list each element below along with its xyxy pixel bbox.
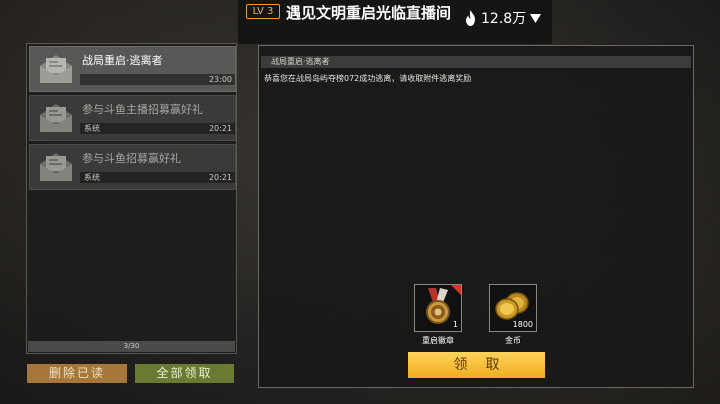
detail-body-text: 恭喜您在战局岛屿夺榜072成功逃离，请收取附件逃离奖励 (264, 74, 472, 83)
mail-detail-panel: 战局重启·逃离者 恭喜您在战局岛屿夺榜072成功逃离，请收取附件逃离奖励 1 重… (258, 45, 694, 388)
level-badge: LV 3 (246, 4, 280, 19)
heat-value: 12.8万 (481, 11, 527, 27)
mail-list-item[interactable]: 参与斗鱼招募赢好礼 系统 20:21 (29, 144, 236, 190)
mail-list-item[interactable]: 参与斗鱼主播招募赢好礼 系统 20:21 (29, 95, 236, 141)
envelope-icon (40, 55, 72, 83)
reward-slot-medal[interactable]: 1 (414, 284, 462, 332)
reward-count: 1 (452, 320, 458, 329)
reward-count: 1800 (512, 320, 533, 329)
flame-icon (466, 10, 475, 26)
dropdown-triangle-icon[interactable] (530, 14, 541, 23)
reward-name: 重启徽章 (422, 336, 454, 345)
page-counter: 3/30 (123, 342, 140, 350)
mail-time: 20:21 (208, 173, 232, 182)
mail-time: 20:21 (208, 124, 232, 133)
stream-header: 遇见文明重启光临直播间 LV 3 12.8万 (238, 0, 552, 44)
mail-meta-bar: 系统 20:21 (80, 123, 235, 134)
claim-button[interactable]: 领取 (408, 352, 545, 378)
mail-meta-bar: 系统 20:21 (80, 172, 235, 183)
detail-header-bar: 战局重启·逃离者 (261, 56, 691, 68)
envelope-icon (40, 153, 72, 181)
reward-slot-coins[interactable]: 1800 (489, 284, 537, 332)
claim-all-button[interactable]: 全部领取 (135, 364, 234, 383)
mail-list-item[interactable]: 战局重启·逃离者 23:00 (29, 46, 236, 92)
mail-sender: 系统 (84, 173, 100, 182)
mail-title: 战局重启·逃离者 (82, 54, 163, 67)
mail-meta-bar: 23:00 (80, 74, 235, 85)
mail-sender: 系统 (84, 124, 100, 133)
new-marker (451, 285, 461, 295)
reward-name: 金币 (505, 336, 521, 345)
detail-title: 战局重启·逃离者 (271, 57, 330, 66)
mail-title: 参与斗鱼招募赢好礼 (82, 152, 181, 165)
page-indicator-bar: 3/30 (28, 341, 235, 352)
mail-title: 参与斗鱼主播招募赢好礼 (82, 103, 203, 116)
delete-read-button[interactable]: 删除已读 (27, 364, 127, 383)
mail-list-panel: 战局重启·逃离者 23:00 参与斗鱼主播招募赢好礼 系统 20:21 参与斗鱼… (26, 43, 237, 354)
envelope-icon (40, 104, 72, 132)
mail-time: 23:00 (208, 75, 232, 84)
